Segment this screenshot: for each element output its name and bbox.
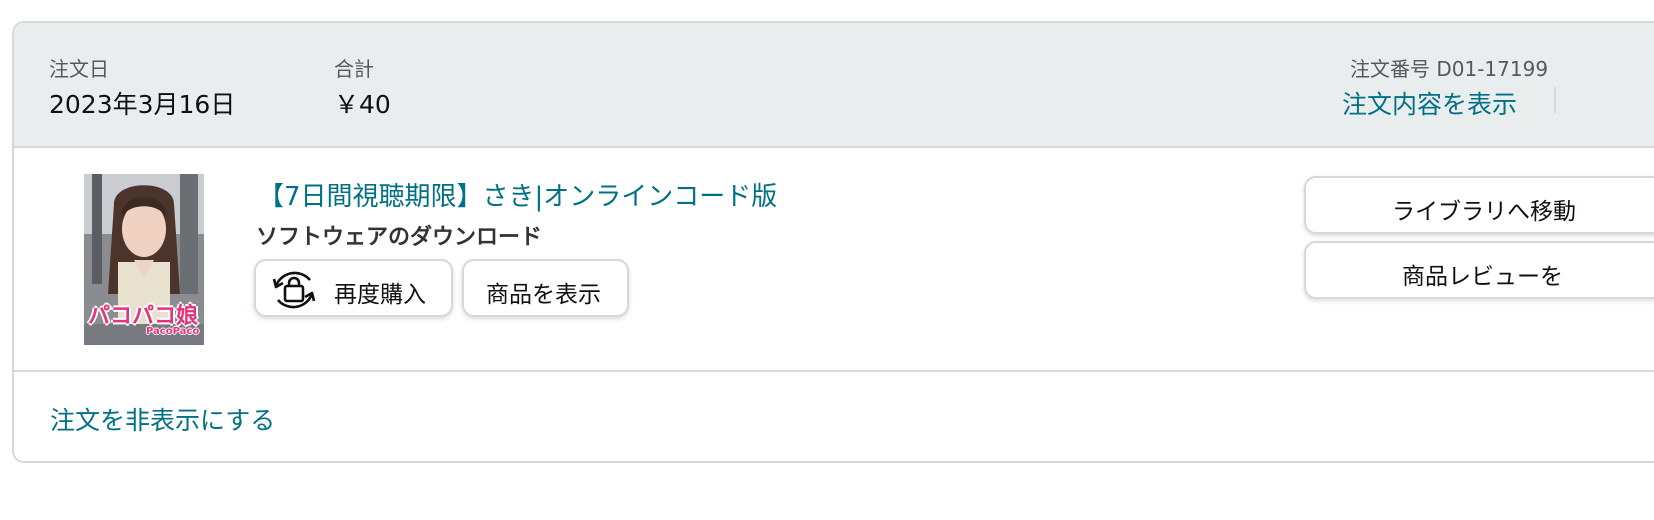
repurchase-bag-icon (272, 271, 316, 309)
order-item: パコパコ娘 PacoPaco 【7日間視聴期限】さき|オンラインコード版 ソフト… (14, 148, 1654, 372)
order-date-value: 2023年3月16日 (49, 90, 236, 119)
view-item-label: 商品を表示 (486, 282, 601, 308)
buy-again-button[interactable]: 再度購入 (254, 259, 453, 317)
order-header: 注文日 2023年3月16日 合計 ￥40 注文番号 D01-17199 注文内… (14, 23, 1654, 148)
write-review-label: 商品レビューを (1402, 264, 1563, 290)
go-to-library-label: ライブラリへ移動 (1392, 199, 1576, 225)
order-number: 注文番号 D01-17199 (1350, 57, 1549, 81)
header-divider (1554, 87, 1556, 113)
view-item-button[interactable]: 商品を表示 (462, 259, 629, 317)
product-thumbnail[interactable]: パコパコ娘 PacoPaco (84, 174, 204, 345)
order-card: 注文日 2023年3月16日 合計 ￥40 注文番号 D01-17199 注文内… (12, 21, 1654, 463)
write-review-button[interactable]: 商品レビューを (1304, 241, 1654, 299)
order-total-value: ￥40 (334, 90, 391, 119)
order-total-label: 合計 (334, 57, 374, 81)
product-title-link[interactable]: 【7日間視聴期限】さき|オンラインコード版 (258, 176, 777, 213)
order-details-link[interactable]: 注文内容を表示 (1342, 85, 1517, 121)
order-date-label: 注文日 (49, 57, 109, 81)
go-to-library-button[interactable]: ライブラリへ移動 (1304, 176, 1654, 234)
buy-again-label: 再度購入 (334, 282, 426, 308)
product-type: ソフトウェアのダウンロード (256, 225, 543, 250)
hide-order-link[interactable]: 注文を非表示にする (50, 401, 275, 437)
thumbnail-logo-subtext: PacoPaco (146, 326, 200, 337)
